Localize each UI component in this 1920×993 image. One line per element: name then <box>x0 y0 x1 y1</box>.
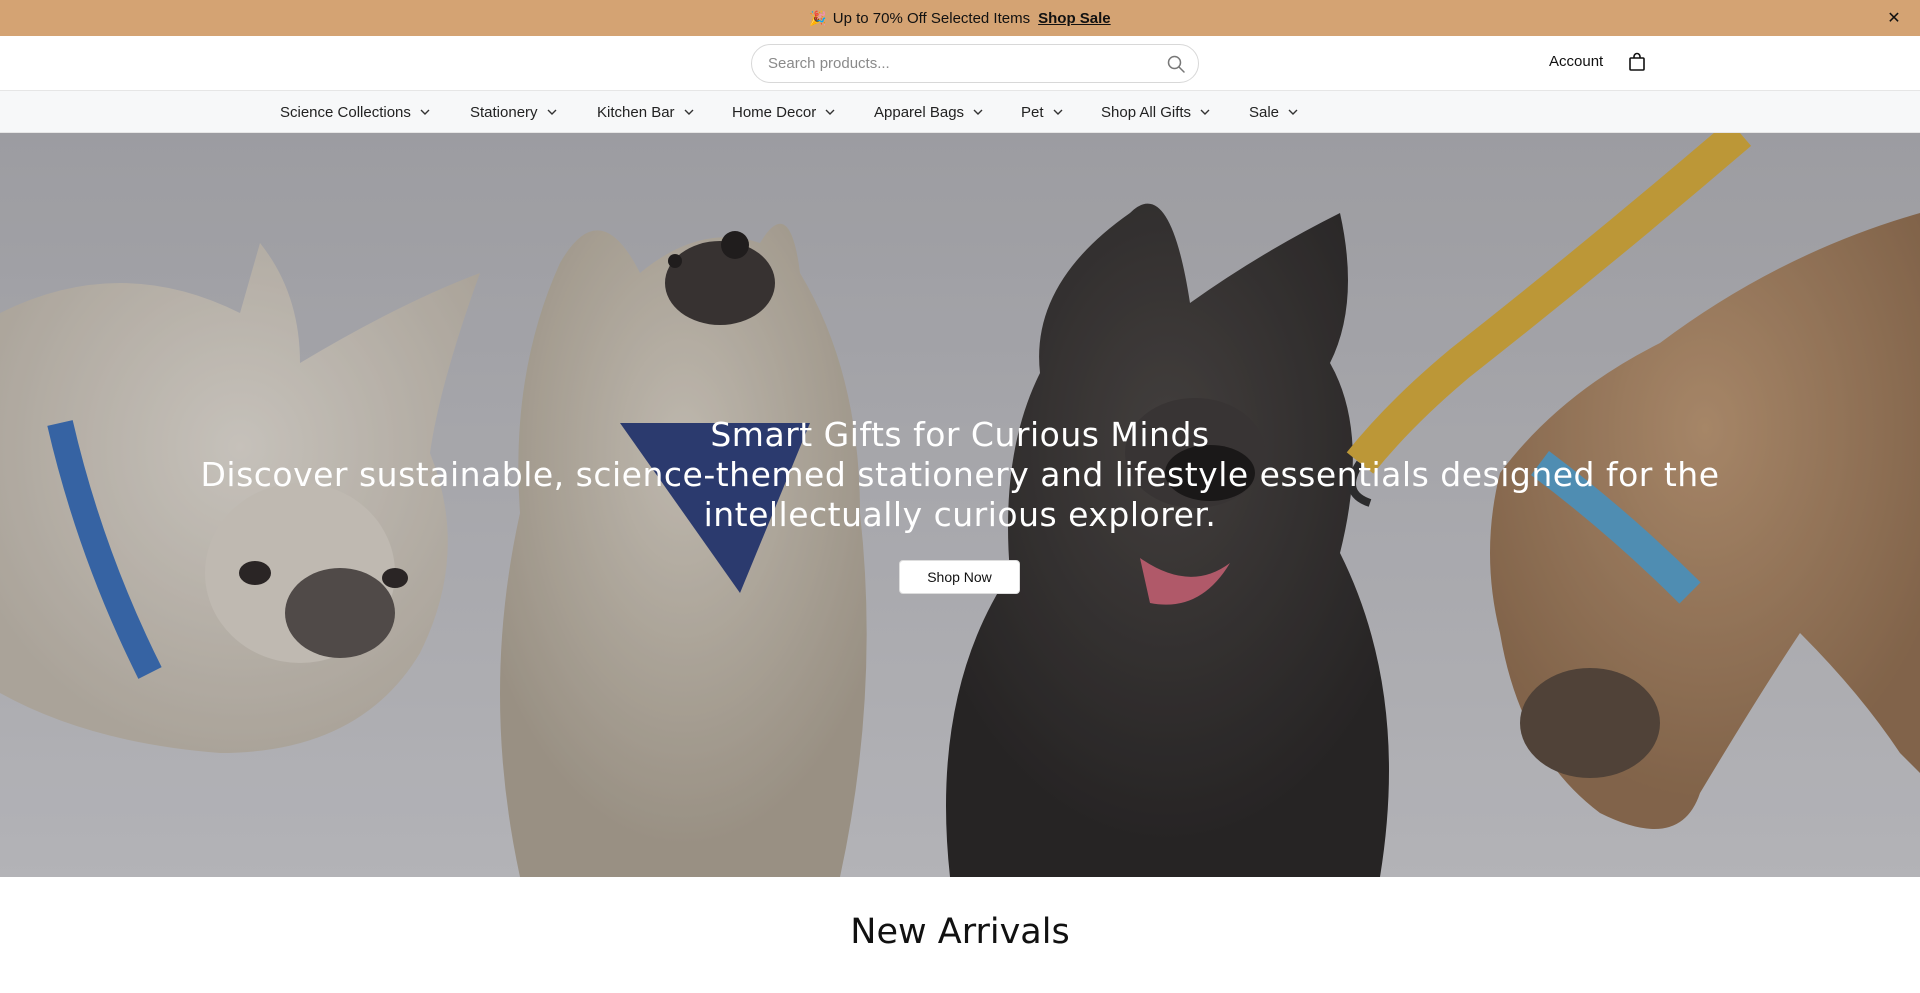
search-icon[interactable] <box>1166 54 1186 74</box>
nav-item-shop-all-gifts[interactable]: Shop All Gifts <box>1101 91 1211 133</box>
nav-item-label: Kitchen Bar <box>597 103 675 121</box>
close-icon[interactable]: ✕ <box>1884 8 1904 28</box>
nav-item-label: Pet <box>1021 103 1044 121</box>
account-link[interactable]: Account <box>1549 53 1603 70</box>
chevron-down-icon <box>825 109 835 115</box>
nav-item-label: Sale <box>1249 103 1280 121</box>
chevron-down-icon <box>1053 109 1063 115</box>
chevron-down-icon <box>684 109 694 115</box>
shopping-bag-icon[interactable] <box>1627 52 1647 72</box>
chevron-down-icon <box>547 109 557 115</box>
nav-item-label: Home Decor <box>732 103 817 121</box>
search-bar <box>751 44 1199 83</box>
new-arrivals-heading: New Arrivals <box>850 912 1070 952</box>
nav-item-sale[interactable]: Sale <box>1249 91 1299 133</box>
chevron-down-icon <box>1288 109 1298 115</box>
site-header: Account <box>0 36 1920 91</box>
nav-item-label: Shop All Gifts <box>1101 103 1192 121</box>
hero-title: Smart Gifts for Curious Minds <box>710 415 1210 454</box>
chevron-down-icon <box>1200 109 1210 115</box>
shop-now-button[interactable]: Shop Now <box>899 560 1020 594</box>
announcement-bar: 🎉 Up to 70% Off Selected Items Shop Sale… <box>0 0 1920 36</box>
hero-subtitle: Discover sustainable, science-themed sta… <box>200 455 1720 534</box>
nav-item-home-decor[interactable]: Home Decor <box>732 91 836 133</box>
nav-item-label: Science Collections <box>280 103 411 121</box>
search-input[interactable] <box>768 45 1148 82</box>
nav-item-label: Apparel Bags <box>874 103 965 121</box>
nav-item-kitchen-bar[interactable]: Kitchen Bar <box>597 91 695 133</box>
shop-sale-link[interactable]: Shop Sale <box>1038 10 1111 27</box>
nav-item-pet[interactable]: Pet <box>1021 91 1064 133</box>
nav-item-apparel-bags[interactable]: Apparel Bags <box>874 91 984 133</box>
hero-banner: Smart Gifts for Curious Minds Discover s… <box>0 133 1920 877</box>
nav-item-stationery[interactable]: Stationery <box>470 91 558 133</box>
chevron-down-icon <box>420 109 430 115</box>
party-popper-icon: 🎉 <box>809 9 827 26</box>
announcement-text: Up to 70% Off Selected Items <box>832 9 1031 27</box>
nav-item-label: Stationery <box>470 103 538 121</box>
chevron-down-icon <box>973 109 983 115</box>
main-nav: Science Collections Stationery Kitchen B… <box>0 91 1920 133</box>
nav-item-science-collections[interactable]: Science Collections <box>280 91 431 133</box>
